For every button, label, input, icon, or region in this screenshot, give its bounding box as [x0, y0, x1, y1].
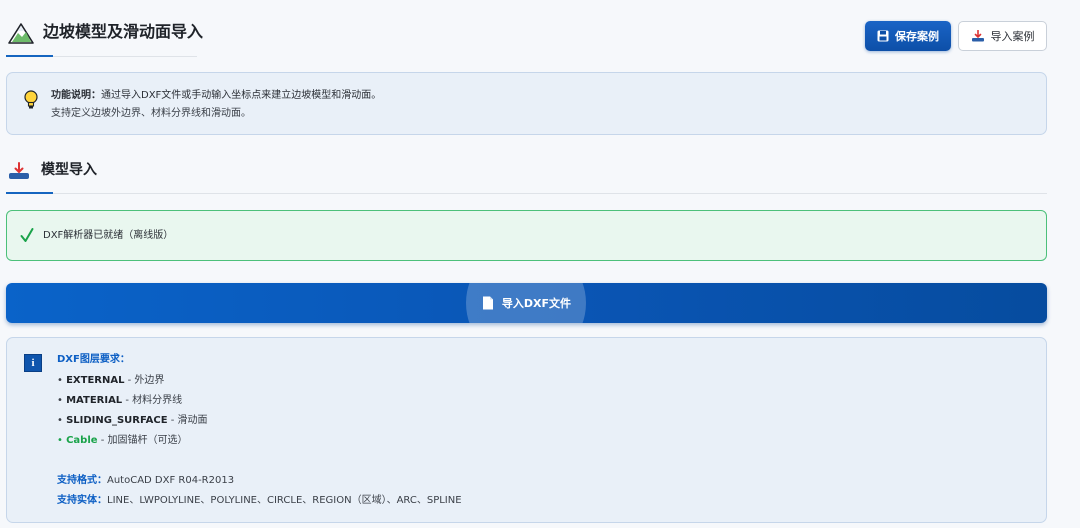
import-dxf-button[interactable]: 导入DXF文件: [6, 283, 1047, 323]
page-title: 边坡模型及滑动面导入: [43, 22, 204, 41]
info-text1: 通过导入DXF文件或手动输入坐标点来建立边坡模型和滑动面。: [101, 90, 382, 101]
floppy-disk-icon: [877, 30, 889, 42]
import-dxf-label: 导入DXF文件: [501, 297, 572, 310]
info-label: 功能说明：: [51, 90, 101, 101]
import-dxf-content: 导入DXF文件: [6, 283, 1047, 323]
info-box: [6, 72, 1047, 135]
document-icon: [482, 296, 493, 310]
info-text2: 支持定义边坡外边界、材料分界线和滑动面。: [51, 108, 251, 119]
import-tray-icon: [971, 30, 984, 42]
save-case-label: 保存案例: [895, 30, 939, 43]
title-underline-accent: [6, 55, 53, 57]
requirements-title: DXF图层要求：: [57, 354, 130, 365]
save-case-button[interactable]: 保存案例: [865, 21, 951, 51]
import-case-button[interactable]: 导入案例: [958, 21, 1047, 51]
supported-entities: 支持实体：LINE、LWPOLYLINE、POLYLINE、CIRCLE、REG…: [57, 495, 462, 506]
lightbulb-icon: [24, 90, 38, 109]
section-underline: [53, 193, 1047, 194]
supported-formats: 支持格式：AutoCAD DXF R04-R2013: [57, 475, 235, 486]
info-description: 功能说明：通过导入DXF文件或手动输入坐标点来建立边坡模型和滑动面。: [51, 88, 381, 103]
section-title-model-import: 模型导入: [41, 162, 97, 178]
info-icon: i: [24, 354, 42, 372]
section-underline-accent: [6, 192, 53, 194]
import-case-label: 导入案例: [990, 30, 1035, 43]
layer-item: • SLIDING_SURFACE - 滑动面: [57, 415, 208, 426]
parser-status-text: DXF解析器已就绪（离线版）: [43, 230, 174, 241]
checkmark-icon: [20, 228, 34, 242]
import-tray-icon: [9, 162, 29, 179]
mountain-icon: [8, 23, 34, 44]
title-underline: [53, 56, 197, 57]
layer-item: • Cable - 加固锚杆（可选）: [57, 435, 188, 446]
layer-item: • EXTERNAL - 外边界: [57, 375, 165, 386]
layer-item: • MATERIAL - 材料分界线: [57, 395, 183, 406]
